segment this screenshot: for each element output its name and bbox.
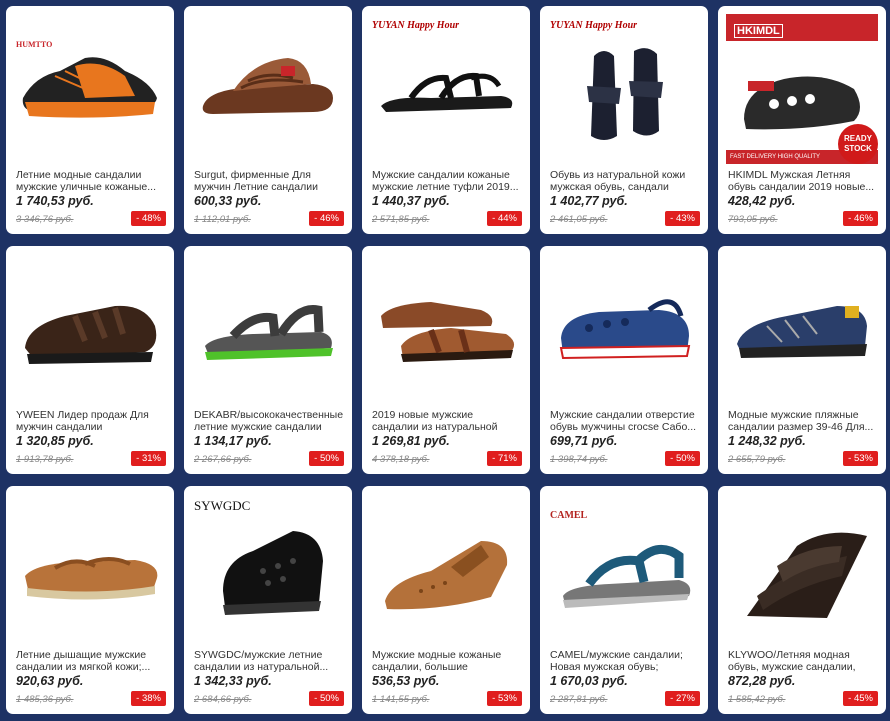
product-card[interactable]: Мужские модные кожаные сандалии, большие… [362,486,530,714]
product-image[interactable] [362,246,530,406]
product-title[interactable]: Мужские сандалии кожаные мужские летние … [372,169,522,193]
discount-badge: - 44% [487,211,522,226]
discount-badge: - 45% [843,691,878,706]
product-old-price: 2 287,81 руб. [550,694,608,705]
product-card[interactable]: HKIMDL FAST DELIVERY HIGH QUALITY READY … [718,6,886,234]
product-title[interactable]: CAMEL/мужские сандалии; Новая мужская об… [550,649,700,673]
product-image[interactable] [540,246,708,406]
brand-logo: HKIMDL [734,24,783,38]
product-price: 1 402,77 руб. [550,194,628,208]
product-title[interactable]: Surgut, фирменные Для мужчин Летние санд… [194,169,344,193]
product-price: 1 670,03 руб. [550,674,628,688]
brand-logo: HUMTTO [16,40,53,49]
product-price: 872,28 руб. [728,674,796,688]
product-card[interactable]: Surgut, фирменные Для мужчин Летние санд… [184,6,352,234]
discount-badge: - 50% [665,451,700,466]
product-old-price: 2 461,05 руб. [550,214,608,225]
product-price: 428,42 руб. [728,194,796,208]
discount-badge: - 43% [665,211,700,226]
product-old-price: 793,05 руб. [728,214,778,225]
product-image[interactable] [718,246,886,406]
product-card[interactable]: 2019 новые мужские сандалии из натуральн… [362,246,530,474]
ready-stock-badge: READY STOCK [838,124,878,164]
discount-badge: - 46% [309,211,344,226]
product-image[interactable] [540,6,708,166]
product-price: 1 269,81 руб. [372,434,450,448]
product-image[interactable] [6,486,174,646]
product-old-price: 3 346,76 руб. [16,214,74,225]
discount-badge: - 50% [309,691,344,706]
product-title[interactable]: YWEEN Лидер продаж Для мужчин сандалии н… [16,409,166,433]
product-title[interactable]: Мужские модные кожаные сандалии, большие… [372,649,522,673]
product-old-price: 1 485,36 руб. [16,694,74,705]
product-image[interactable] [540,486,708,646]
product-old-price: 2 571,85 руб. [372,214,430,225]
product-old-price: 1 913,78 руб. [16,454,74,465]
product-price: 699,71 руб. [550,434,618,448]
product-title[interactable]: Летние модные сандалии мужские уличные к… [16,169,166,193]
product-title[interactable]: DEKABR/высококачественные летние мужские… [194,409,344,433]
product-title[interactable]: KLYWOO/Летняя модная обувь, мужские санд… [728,649,878,673]
product-card[interactable]: YWEEN Лидер продаж Для мужчин сандалии н… [6,246,174,474]
product-title[interactable]: Мужские сандалии отверстие обувь мужчины… [550,409,700,433]
product-old-price: 2 684,66 руб. [194,694,252,705]
product-old-price: 1 141,55 руб. [372,694,430,705]
product-old-price: 2 655,79 руб. [728,454,786,465]
product-image[interactable] [362,486,530,646]
product-title[interactable]: HKIMDL Мужская Летняя обувь сандалии 201… [728,169,878,193]
promo-banner: HKIMDL FAST DELIVERY HIGH QUALITY READY … [726,14,878,164]
product-card[interactable]: YUYAN Happy Hour Обувь из натуральной ко… [540,6,708,234]
discount-badge: - 31% [131,451,166,466]
product-card[interactable]: DEKABR/высококачественные летние мужские… [184,246,352,474]
product-price: 600,33 руб. [194,194,262,208]
discount-badge: - 50% [309,451,344,466]
product-card[interactable]: YUYAN Happy Hour Мужские сандалии кожаны… [362,6,530,234]
product-card[interactable]: Летние дышащие мужские сандалии из мягко… [6,486,174,714]
discount-badge: - 48% [131,211,166,226]
product-card[interactable]: Мужские сандалии отверстие обувь мужчины… [540,246,708,474]
product-old-price: 2 267,66 руб. [194,454,252,465]
product-title[interactable]: SYWGDC/мужские летние сандалии из натура… [194,649,344,673]
product-price: 1 740,53 руб. [16,194,94,208]
product-price: 536,53 руб. [372,674,440,688]
discount-badge: - 38% [131,691,166,706]
product-title[interactable]: Обувь из натуральной кожи мужская обувь,… [550,169,700,193]
product-old-price: 1 112,01 руб. [194,214,251,225]
product-card[interactable]: HUMTTO Летние модные сандалии мужские ул… [6,6,174,234]
product-price: 1 248,32 руб. [728,434,806,448]
product-image[interactable] [718,486,886,646]
product-title[interactable]: Летние дышащие мужские сандалии из мягко… [16,649,166,673]
discount-badge: - 27% [665,691,700,706]
product-price: 1 342,33 руб. [194,674,272,688]
product-image[interactable] [184,486,352,646]
product-price: 920,63 руб. [16,674,84,688]
discount-badge: - 53% [487,691,522,706]
product-card[interactable]: Модные мужские пляжные сандалии размер 3… [718,246,886,474]
discount-badge: - 53% [843,451,878,466]
product-price: 1 440,37 руб. [372,194,450,208]
product-card[interactable]: KLYWOO/Летняя модная обувь, мужские санд… [718,486,886,714]
product-image[interactable] [6,6,174,166]
product-old-price: 1 398,74 руб. [550,454,608,465]
product-card[interactable]: SYWGDC SYWGDC/мужские летние сандалии из… [184,486,352,714]
product-old-price: 4 378,18 руб. [372,454,430,465]
discount-badge: - 46% [843,211,878,226]
product-card[interactable]: CAMEL CAMEL/мужские сандалии; Новая мужс… [540,486,708,714]
product-title[interactable]: 2019 новые мужские сандалии из натуральн… [372,409,522,433]
product-image[interactable] [362,6,530,166]
product-old-price: 1 585,42 руб. [728,694,786,705]
product-image[interactable] [184,6,352,166]
product-price: 1 134,17 руб. [194,434,272,448]
product-image[interactable] [6,246,174,406]
product-title[interactable]: Модные мужские пляжные сандалии размер 3… [728,409,878,433]
product-grid: HUMTTO Летние модные сандалии мужские ул… [0,0,890,721]
product-image[interactable] [184,246,352,406]
discount-badge: - 71% [487,451,522,466]
product-price: 1 320,85 руб. [16,434,94,448]
